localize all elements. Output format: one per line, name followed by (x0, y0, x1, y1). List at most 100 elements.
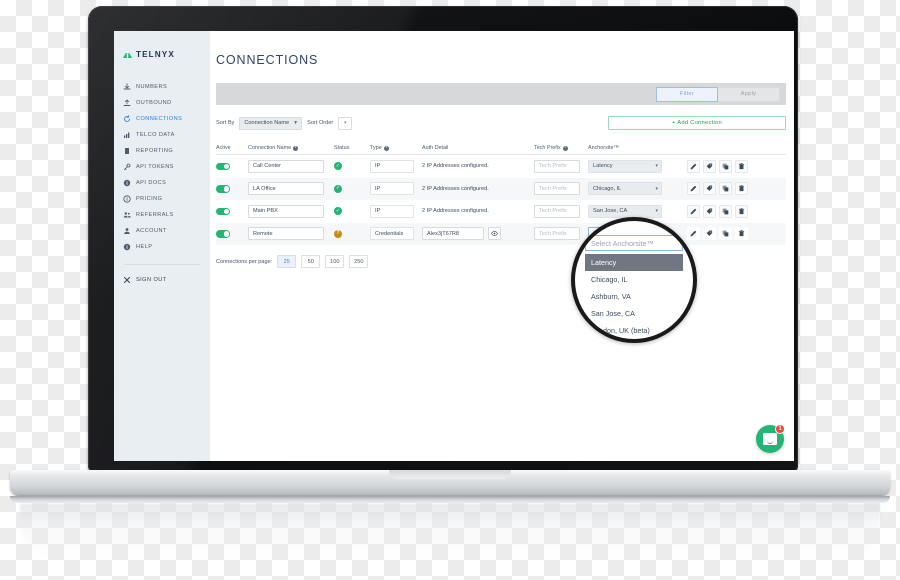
sidebar-item-api-tokens[interactable]: API TOKENS (114, 159, 210, 175)
connection-name-input[interactable]: LA Office (248, 182, 324, 196)
th-label: Tech Prefix (534, 145, 561, 151)
connection-name-input[interactable]: Remote (248, 227, 324, 241)
page-size-25[interactable]: 25 (277, 255, 297, 268)
sidebar-item-pricing[interactable]: PRICING (114, 191, 210, 207)
sidebar-item-numbers[interactable]: NUMBERS (114, 79, 210, 95)
trash-icon[interactable] (735, 182, 748, 196)
anchorsite-option[interactable]: Chicago, IL (585, 271, 683, 288)
duplicate-icon[interactable] (719, 182, 732, 196)
tech-prefix-input[interactable]: Tech Prefix (534, 182, 580, 196)
anchorsite-select[interactable]: Chicago, IL ▾ (588, 182, 662, 196)
sidebar-item-help[interactable]: HELP (114, 239, 210, 255)
tag-icon[interactable] (703, 159, 716, 173)
edit-pencil-icon[interactable] (687, 204, 700, 218)
sidebar-item-label: HELP (136, 244, 153, 250)
anchorsite-option[interactable]: Ashburn, VA (585, 288, 683, 305)
sidebar-item-account[interactable]: ACCOUNT (114, 223, 210, 239)
sort-order-label: Sort Order (307, 120, 334, 126)
chat-bubble-icon (763, 433, 777, 445)
filter-button[interactable]: Filter (656, 86, 718, 102)
magnifier-lens: Select Anchorsite™ Latency Chicago, IL A… (571, 217, 697, 343)
anchorsite-option-list: Latency Chicago, IL Ashburn, VA San Jose… (585, 254, 683, 339)
edit-pencil-icon[interactable] (687, 182, 700, 196)
sidebar: TELNYX NUMBERS OUTBOUND CONNECTIONS TELC… (114, 31, 210, 461)
row-name-cell: LA Office (248, 182, 334, 196)
chat-widget-button[interactable]: 1 (756, 424, 785, 453)
duplicate-icon[interactable] (719, 204, 732, 218)
trash-icon[interactable] (735, 227, 748, 241)
anchorsite-option[interactable]: San Jose, CA (585, 305, 683, 322)
info-icon[interactable]: i (293, 145, 299, 151)
sort-order-select[interactable]: ▾ (338, 116, 353, 130)
active-toggle[interactable] (216, 230, 230, 238)
info-icon[interactable]: i (383, 145, 389, 151)
show-password-eye-icon[interactable] (488, 227, 501, 241)
upload-icon (123, 99, 131, 106)
active-toggle[interactable] (216, 207, 230, 215)
chevron-down-icon: ▾ (655, 185, 658, 192)
page-size-250[interactable]: 250 (349, 255, 369, 268)
connection-name-input[interactable]: Main PBX (248, 204, 324, 218)
row-status-cell: ? (334, 229, 370, 238)
th-label: Anchorsite™ (588, 145, 619, 151)
telnyx-logo[interactable]: TELNYX (114, 43, 210, 59)
status-ok-icon: ✓ (334, 207, 342, 216)
duplicate-icon[interactable] (719, 227, 732, 241)
th-tech-prefix: Tech Prefix i (534, 145, 588, 151)
anchorsite-select[interactable]: Latency ▾ (588, 159, 662, 173)
table-row: Main PBX ✓ IP 2 IP Addresses configured. (216, 200, 786, 223)
tech-prefix-input[interactable]: Tech Prefix (534, 204, 580, 218)
row-active-cell (216, 185, 248, 193)
anchorsite-value: Latency (593, 163, 613, 170)
edit-pencil-icon[interactable] (687, 159, 700, 173)
chat-unread-badge: 1 (775, 424, 785, 434)
telnyx-logo-mark (123, 50, 132, 58)
row-prefix-cell: Tech Prefix (534, 204, 588, 218)
tag-icon[interactable] (703, 204, 716, 218)
sidebar-item-label: REFERRALS (136, 212, 174, 218)
add-connection-button[interactable]: + Add Connection (608, 116, 786, 130)
info-icon[interactable]: i (562, 145, 568, 151)
anchorsite-option[interactable]: Latency (585, 254, 683, 271)
auth-detail-text: 2 IP Addresses configured. (422, 185, 489, 192)
duplicate-icon[interactable] (719, 159, 732, 173)
sort-by-value: Connection Name (244, 120, 290, 126)
th-active: Active (216, 145, 248, 151)
th-label: Status (334, 145, 350, 151)
connection-name-input[interactable]: Call Center (248, 159, 324, 173)
tech-prefix-input[interactable]: Tech Prefix (534, 159, 580, 173)
apply-button[interactable]: Apply (718, 86, 780, 102)
sort-by-label: Sort By (216, 120, 235, 126)
sidebar-item-outbound[interactable]: OUTBOUND (114, 95, 210, 111)
sidebar-item-api-docs[interactable]: API DOCS (114, 175, 210, 191)
page-size-100[interactable]: 100 (325, 255, 345, 268)
row-auth-cell: 2 IP Addresses configured. (422, 163, 534, 169)
trash-icon[interactable] (735, 204, 748, 218)
page-size-50[interactable]: 50 (301, 255, 321, 268)
sidebar-item-sign-out[interactable]: SIGN OUT (114, 272, 210, 288)
tag-icon[interactable] (703, 227, 716, 241)
info-icon (123, 243, 131, 251)
tag-icon[interactable] (703, 182, 716, 196)
sidebar-item-referrals[interactable]: REFERRALS (114, 207, 210, 223)
sidebar-nav-secondary: SIGN OUT (114, 272, 210, 288)
sort-by-select[interactable]: Connection Name ▼ (239, 116, 303, 130)
sidebar-item-label: ACCOUNT (136, 228, 167, 234)
sidebar-item-telco-data[interactable]: TELCO DATA (114, 127, 210, 143)
active-toggle[interactable] (216, 162, 230, 170)
page-title: CONNECTIONS (216, 53, 319, 67)
anchorsite-search-input[interactable]: Select Anchorsite™ (585, 235, 683, 251)
sidebar-item-connections[interactable]: CONNECTIONS (114, 111, 210, 127)
laptop-reflection (20, 504, 880, 562)
anchorsite-option[interactable]: London, UK (beta) (585, 322, 683, 339)
tech-prefix-input[interactable]: Tech Prefix (534, 227, 580, 241)
auth-credential-input[interactable]: Alex3jT67R8 (422, 227, 484, 241)
row-active-cell (216, 207, 248, 215)
th-label: Type (370, 145, 382, 151)
trash-icon[interactable] (735, 159, 748, 173)
info-icon (123, 195, 131, 203)
active-toggle[interactable] (216, 185, 230, 193)
anchorsite-select[interactable]: San Jose, CA ▾ (588, 204, 662, 218)
row-type-cell: IP (370, 204, 422, 218)
sidebar-item-reporting[interactable]: REPORTING (114, 143, 210, 159)
